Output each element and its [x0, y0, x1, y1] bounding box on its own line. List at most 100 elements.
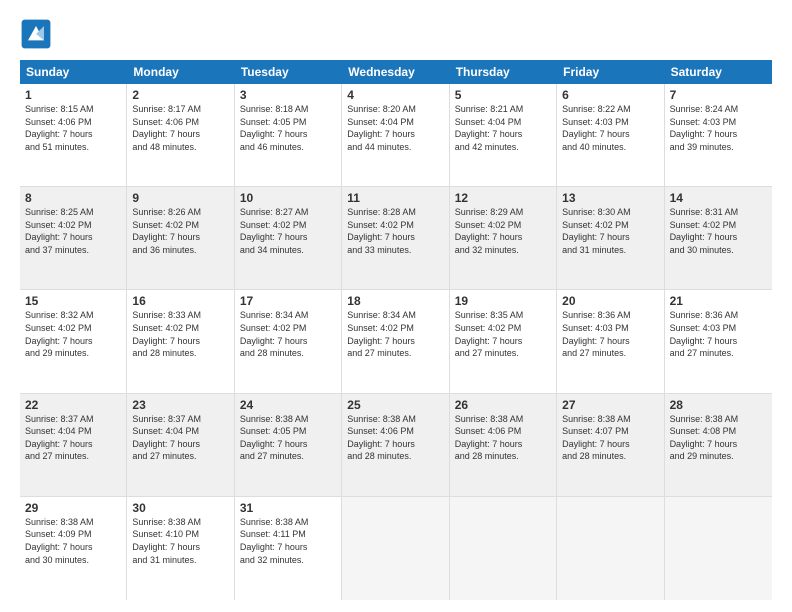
day-number: 31 [240, 501, 336, 515]
day-number: 10 [240, 191, 336, 205]
day-cell-10: 10Sunrise: 8:27 AMSunset: 4:02 PMDayligh… [235, 187, 342, 289]
day-cell-19: 19Sunrise: 8:35 AMSunset: 4:02 PMDayligh… [450, 290, 557, 392]
day-number: 25 [347, 398, 443, 412]
header [20, 18, 772, 50]
day-number: 29 [25, 501, 121, 515]
day-number: 5 [455, 88, 551, 102]
day-number: 24 [240, 398, 336, 412]
header-day-friday: Friday [557, 60, 664, 84]
day-info: Sunrise: 8:22 AMSunset: 4:03 PMDaylight:… [562, 103, 658, 153]
day-cell-26: 26Sunrise: 8:38 AMSunset: 4:06 PMDayligh… [450, 394, 557, 496]
day-cell-23: 23Sunrise: 8:37 AMSunset: 4:04 PMDayligh… [127, 394, 234, 496]
day-info: Sunrise: 8:15 AMSunset: 4:06 PMDaylight:… [25, 103, 121, 153]
header-day-wednesday: Wednesday [342, 60, 449, 84]
day-info: Sunrise: 8:37 AMSunset: 4:04 PMDaylight:… [25, 413, 121, 463]
day-cell-5: 5Sunrise: 8:21 AMSunset: 4:04 PMDaylight… [450, 84, 557, 186]
day-number: 7 [670, 88, 767, 102]
day-cell-21: 21Sunrise: 8:36 AMSunset: 4:03 PMDayligh… [665, 290, 772, 392]
day-info: Sunrise: 8:27 AMSunset: 4:02 PMDaylight:… [240, 206, 336, 256]
day-info: Sunrise: 8:38 AMSunset: 4:06 PMDaylight:… [347, 413, 443, 463]
day-number: 27 [562, 398, 658, 412]
day-number: 4 [347, 88, 443, 102]
calendar-header: SundayMondayTuesdayWednesdayThursdayFrid… [20, 60, 772, 84]
day-cell-17: 17Sunrise: 8:34 AMSunset: 4:02 PMDayligh… [235, 290, 342, 392]
header-day-monday: Monday [127, 60, 234, 84]
header-day-thursday: Thursday [450, 60, 557, 84]
day-cell-3: 3Sunrise: 8:18 AMSunset: 4:05 PMDaylight… [235, 84, 342, 186]
day-cell-20: 20Sunrise: 8:36 AMSunset: 4:03 PMDayligh… [557, 290, 664, 392]
day-number: 3 [240, 88, 336, 102]
day-cell-30: 30Sunrise: 8:38 AMSunset: 4:10 PMDayligh… [127, 497, 234, 600]
day-info: Sunrise: 8:38 AMSunset: 4:09 PMDaylight:… [25, 516, 121, 566]
calendar: SundayMondayTuesdayWednesdayThursdayFrid… [20, 60, 772, 600]
day-number: 6 [562, 88, 658, 102]
day-info: Sunrise: 8:37 AMSunset: 4:04 PMDaylight:… [132, 413, 228, 463]
day-number: 14 [670, 191, 767, 205]
day-cell-22: 22Sunrise: 8:37 AMSunset: 4:04 PMDayligh… [20, 394, 127, 496]
calendar-week-2: 8Sunrise: 8:25 AMSunset: 4:02 PMDaylight… [20, 187, 772, 290]
logo-icon [20, 18, 52, 50]
day-cell-24: 24Sunrise: 8:38 AMSunset: 4:05 PMDayligh… [235, 394, 342, 496]
day-info: Sunrise: 8:38 AMSunset: 4:11 PMDaylight:… [240, 516, 336, 566]
calendar-week-4: 22Sunrise: 8:37 AMSunset: 4:04 PMDayligh… [20, 394, 772, 497]
day-cell-4: 4Sunrise: 8:20 AMSunset: 4:04 PMDaylight… [342, 84, 449, 186]
day-info: Sunrise: 8:38 AMSunset: 4:07 PMDaylight:… [562, 413, 658, 463]
day-cell-15: 15Sunrise: 8:32 AMSunset: 4:02 PMDayligh… [20, 290, 127, 392]
day-cell-16: 16Sunrise: 8:33 AMSunset: 4:02 PMDayligh… [127, 290, 234, 392]
day-number: 2 [132, 88, 228, 102]
day-number: 30 [132, 501, 228, 515]
day-number: 18 [347, 294, 443, 308]
calendar-week-5: 29Sunrise: 8:38 AMSunset: 4:09 PMDayligh… [20, 497, 772, 600]
day-number: 17 [240, 294, 336, 308]
day-info: Sunrise: 8:30 AMSunset: 4:02 PMDaylight:… [562, 206, 658, 256]
calendar-body: 1Sunrise: 8:15 AMSunset: 4:06 PMDaylight… [20, 84, 772, 600]
calendar-week-3: 15Sunrise: 8:32 AMSunset: 4:02 PMDayligh… [20, 290, 772, 393]
day-number: 9 [132, 191, 228, 205]
day-info: Sunrise: 8:36 AMSunset: 4:03 PMDaylight:… [670, 309, 767, 359]
day-cell-31: 31Sunrise: 8:38 AMSunset: 4:11 PMDayligh… [235, 497, 342, 600]
header-day-tuesday: Tuesday [235, 60, 342, 84]
day-info: Sunrise: 8:26 AMSunset: 4:02 PMDaylight:… [132, 206, 228, 256]
day-cell-empty [342, 497, 449, 600]
day-info: Sunrise: 8:38 AMSunset: 4:06 PMDaylight:… [455, 413, 551, 463]
day-cell-2: 2Sunrise: 8:17 AMSunset: 4:06 PMDaylight… [127, 84, 234, 186]
day-number: 13 [562, 191, 658, 205]
day-info: Sunrise: 8:32 AMSunset: 4:02 PMDaylight:… [25, 309, 121, 359]
day-info: Sunrise: 8:20 AMSunset: 4:04 PMDaylight:… [347, 103, 443, 153]
day-number: 1 [25, 88, 121, 102]
day-info: Sunrise: 8:36 AMSunset: 4:03 PMDaylight:… [562, 309, 658, 359]
day-info: Sunrise: 8:18 AMSunset: 4:05 PMDaylight:… [240, 103, 336, 153]
day-number: 23 [132, 398, 228, 412]
day-info: Sunrise: 8:38 AMSunset: 4:08 PMDaylight:… [670, 413, 767, 463]
day-info: Sunrise: 8:35 AMSunset: 4:02 PMDaylight:… [455, 309, 551, 359]
day-info: Sunrise: 8:34 AMSunset: 4:02 PMDaylight:… [240, 309, 336, 359]
day-number: 22 [25, 398, 121, 412]
day-info: Sunrise: 8:38 AMSunset: 4:10 PMDaylight:… [132, 516, 228, 566]
day-number: 19 [455, 294, 551, 308]
day-number: 11 [347, 191, 443, 205]
day-info: Sunrise: 8:24 AMSunset: 4:03 PMDaylight:… [670, 103, 767, 153]
day-number: 28 [670, 398, 767, 412]
day-number: 20 [562, 294, 658, 308]
day-number: 15 [25, 294, 121, 308]
day-cell-7: 7Sunrise: 8:24 AMSunset: 4:03 PMDaylight… [665, 84, 772, 186]
day-cell-18: 18Sunrise: 8:34 AMSunset: 4:02 PMDayligh… [342, 290, 449, 392]
day-cell-empty [450, 497, 557, 600]
day-number: 8 [25, 191, 121, 205]
day-info: Sunrise: 8:25 AMSunset: 4:02 PMDaylight:… [25, 206, 121, 256]
day-info: Sunrise: 8:17 AMSunset: 4:06 PMDaylight:… [132, 103, 228, 153]
day-info: Sunrise: 8:29 AMSunset: 4:02 PMDaylight:… [455, 206, 551, 256]
logo [20, 18, 58, 50]
day-cell-9: 9Sunrise: 8:26 AMSunset: 4:02 PMDaylight… [127, 187, 234, 289]
header-day-sunday: Sunday [20, 60, 127, 84]
day-cell-29: 29Sunrise: 8:38 AMSunset: 4:09 PMDayligh… [20, 497, 127, 600]
header-day-saturday: Saturday [665, 60, 772, 84]
day-number: 16 [132, 294, 228, 308]
day-number: 12 [455, 191, 551, 205]
calendar-page: SundayMondayTuesdayWednesdayThursdayFrid… [0, 0, 792, 612]
calendar-week-1: 1Sunrise: 8:15 AMSunset: 4:06 PMDaylight… [20, 84, 772, 187]
day-cell-28: 28Sunrise: 8:38 AMSunset: 4:08 PMDayligh… [665, 394, 772, 496]
day-info: Sunrise: 8:34 AMSunset: 4:02 PMDaylight:… [347, 309, 443, 359]
day-cell-1: 1Sunrise: 8:15 AMSunset: 4:06 PMDaylight… [20, 84, 127, 186]
day-cell-6: 6Sunrise: 8:22 AMSunset: 4:03 PMDaylight… [557, 84, 664, 186]
